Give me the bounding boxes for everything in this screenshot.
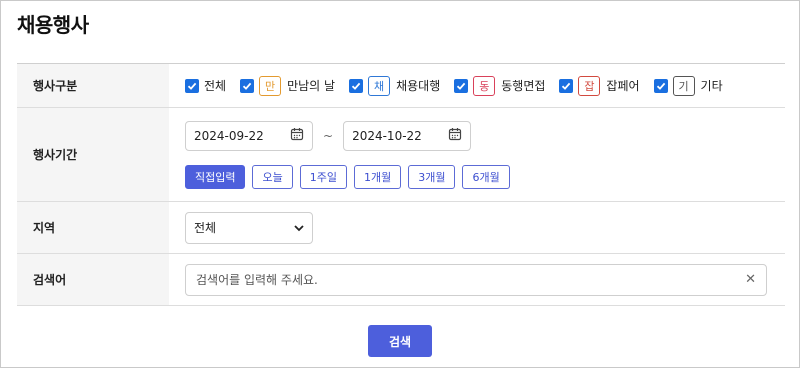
region-select[interactable]: 전체 bbox=[185, 211, 313, 244]
start-date-input[interactable]: 2024-09-22 bbox=[185, 120, 313, 151]
keyword-placeholder: 검색어를 입력해 주세요. bbox=[196, 273, 318, 287]
checkbox-recruit-agency[interactable]: 채 채용대행 bbox=[349, 75, 441, 96]
checkbox-checked-icon[interactable] bbox=[240, 78, 255, 93]
quick-direct-input-button[interactable]: 직접입력 bbox=[185, 164, 246, 189]
quick-today-button[interactable]: 오늘 bbox=[252, 164, 293, 189]
clear-icon[interactable]: ✕ bbox=[745, 272, 756, 287]
checkbox-all[interactable]: 전체 bbox=[185, 77, 226, 94]
badge-recruit-agency: 채 bbox=[368, 75, 391, 96]
row-event-type: 행사구분 전체 만 만남의 날 채 채용대행 동 동행면접 잡 잡페어 기 기타 bbox=[17, 64, 785, 108]
period-label: 행사기간 bbox=[17, 108, 169, 201]
search-button[interactable]: 검색 bbox=[368, 325, 432, 357]
checkbox-checked-icon[interactable] bbox=[185, 78, 199, 93]
region-selected-value: 전체 bbox=[194, 221, 217, 235]
quick-1month-button[interactable]: 1개월 bbox=[353, 164, 402, 189]
event-type-checkboxes: 전체 만 만남의 날 채 채용대행 동 동행면접 잡 잡페어 기 기타 bbox=[185, 75, 737, 96]
checkbox-label: 전체 bbox=[204, 79, 227, 93]
row-keyword: 검색어 검색어를 입력해 주세요. ✕ bbox=[17, 254, 785, 306]
quick-6month-button[interactable]: 6개월 bbox=[462, 164, 510, 189]
row-period: 행사기간 2024-09-22 ~ 2024-10-22 직접입력 오늘 1주일… bbox=[17, 108, 785, 202]
page-frame: 채용행사 행사구분 전체 만 만남의 날 채 채용대행 동 동행면접 잡 잡페어… bbox=[0, 0, 800, 368]
end-date-input[interactable]: 2024-10-22 bbox=[343, 120, 472, 151]
calendar-icon[interactable] bbox=[448, 127, 462, 144]
checkbox-checked-icon[interactable] bbox=[454, 78, 469, 93]
checkbox-label: 동행면접 bbox=[501, 79, 546, 93]
checkbox-job-fair[interactable]: 잡 잡페어 bbox=[559, 75, 640, 96]
quick-3month-button[interactable]: 3개월 bbox=[408, 164, 456, 189]
checkbox-checked-icon[interactable] bbox=[349, 78, 364, 93]
start-date-value: 2024-09-22 bbox=[194, 128, 264, 143]
chevron-down-icon bbox=[294, 221, 304, 235]
quick-1week-button[interactable]: 1주일 bbox=[299, 164, 347, 189]
checkbox-label: 잡페어 bbox=[606, 79, 640, 93]
date-separator: ~ bbox=[323, 128, 334, 143]
end-date-value: 2024-10-22 bbox=[352, 128, 422, 143]
checkbox-checked-icon[interactable] bbox=[559, 78, 574, 93]
page-title: 채용행사 bbox=[17, 13, 89, 37]
checkbox-accompany-interview[interactable]: 동 동행면접 bbox=[454, 75, 546, 96]
badge-accompany-interview: 동 bbox=[473, 75, 496, 96]
period-quick-buttons: 직접입력 오늘 1주일 1개월 3개월 6개월 bbox=[185, 164, 517, 189]
region-label: 지역 bbox=[17, 202, 169, 253]
calendar-icon[interactable] bbox=[290, 127, 304, 144]
checkbox-label: 기타 bbox=[700, 79, 723, 93]
checkbox-label: 만남의 날 bbox=[287, 79, 336, 93]
checkbox-label: 채용대행 bbox=[396, 79, 441, 93]
event-type-label: 행사구분 bbox=[17, 64, 169, 107]
checkbox-etc[interactable]: 기 기타 bbox=[653, 75, 723, 96]
keyword-search-input[interactable]: 검색어를 입력해 주세요. ✕ bbox=[185, 263, 767, 296]
search-form: 행사구분 전체 만 만남의 날 채 채용대행 동 동행면접 잡 잡페어 기 기타… bbox=[17, 63, 785, 306]
keyword-label: 검색어 bbox=[17, 254, 169, 305]
row-region: 지역 전체 bbox=[17, 202, 785, 254]
badge-meeting-day: 만 bbox=[259, 75, 282, 96]
badge-job-fair: 잡 bbox=[578, 75, 601, 96]
checkbox-meeting-day[interactable]: 만 만남의 날 bbox=[240, 75, 336, 96]
checkbox-checked-icon[interactable] bbox=[653, 78, 668, 93]
badge-etc: 기 bbox=[672, 75, 695, 96]
